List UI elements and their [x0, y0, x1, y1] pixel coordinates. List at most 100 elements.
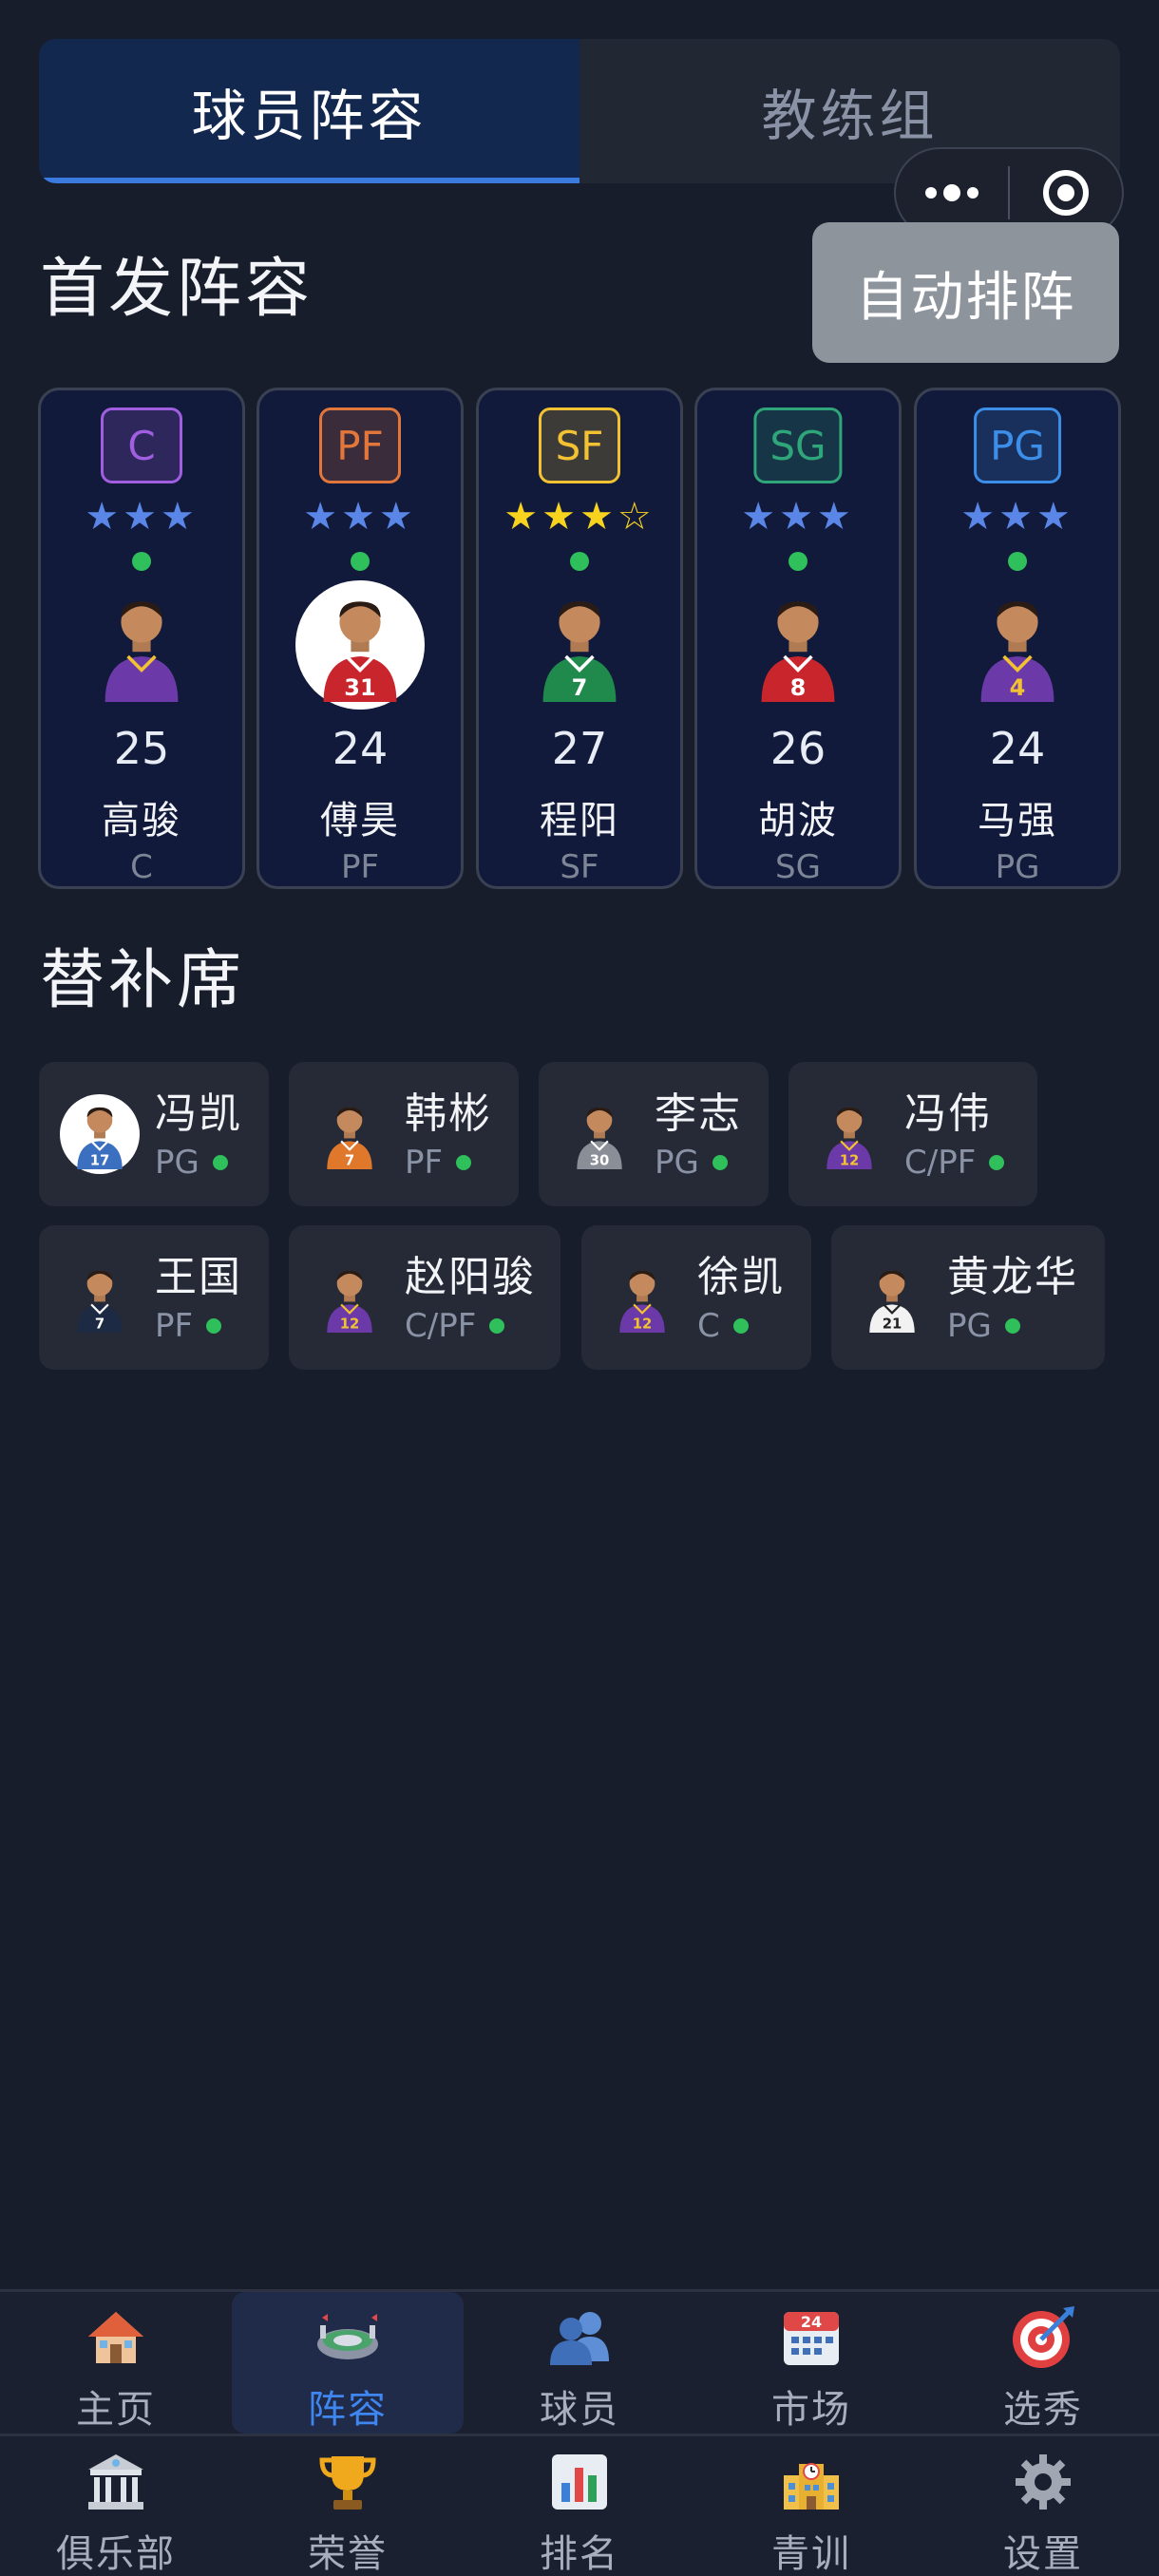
player-avatar: 12 — [809, 1094, 889, 1174]
starter-card[interactable]: SG ★★★ 8 26 胡波 SG — [694, 388, 902, 889]
svg-text:12: 12 — [840, 1153, 860, 1169]
player-position: PF — [405, 1144, 472, 1182]
starter-card[interactable]: C ★★★ 25 高骏 C — [38, 388, 245, 889]
bottom-nav-primary: 主页 阵容 球员 24 市场 选秀 — [0, 2289, 1159, 2434]
player-name: 冯凯 — [155, 1089, 242, 1138]
svg-text:12: 12 — [633, 1316, 653, 1333]
nav-players[interactable]: 球员 — [464, 2292, 695, 2434]
nav-ranking[interactable]: 排名 — [464, 2436, 695, 2576]
calendar-icon: 24 — [777, 2303, 846, 2371]
bench-player-card[interactable]: 12 赵阳骏 C/PF — [289, 1225, 560, 1370]
player-avatar: 17 — [60, 1094, 140, 1174]
status-dot — [989, 1155, 1005, 1170]
player-avatar: 7 — [515, 580, 644, 710]
status-dot — [570, 552, 589, 571]
player-position: C/PF — [904, 1144, 1005, 1182]
nav-label: 排名 — [540, 2532, 619, 2576]
nav-honors[interactable]: 荣誉 — [232, 2436, 464, 2576]
nav-label: 青训 — [771, 2532, 851, 2576]
status-dot — [1008, 552, 1027, 571]
bench-player-card[interactable]: 30 李志 PG — [539, 1062, 769, 1206]
stadium-icon — [314, 2303, 382, 2371]
tab-players[interactable]: 球员阵容 — [39, 39, 580, 183]
player-age: 25 — [113, 723, 170, 774]
bench-player-card[interactable]: 12 徐凯 C — [581, 1225, 811, 1370]
status-dot — [456, 1155, 472, 1170]
player-avatar: 4 — [953, 580, 1082, 710]
status-dot — [132, 552, 151, 571]
player-avatar: 21 — [852, 1258, 932, 1337]
status-dot — [212, 1155, 228, 1170]
starter-card[interactable]: SF ★★★☆ 7 27 程阳 SF — [476, 388, 683, 889]
player-position: PG — [655, 1144, 728, 1182]
nav-lineup[interactable]: 阵容 — [232, 2292, 464, 2434]
player-name: 黄龙华 — [947, 1253, 1078, 1301]
player-name: 赵阳骏 — [405, 1253, 536, 1301]
nav-market[interactable]: 24 市场 — [695, 2292, 927, 2434]
nav-label: 选秀 — [1003, 2388, 1083, 2432]
player-position: PF — [155, 1307, 222, 1345]
status-dot — [206, 1318, 222, 1334]
nav-settings[interactable]: 设置 — [927, 2436, 1159, 2576]
status-dot — [1004, 1318, 1020, 1334]
player-name: 高骏 — [102, 799, 181, 843]
nav-label: 阵容 — [308, 2388, 388, 2432]
more-dots-icon — [925, 184, 978, 201]
nav-draft[interactable]: 选秀 — [927, 2292, 1159, 2434]
player-position: C — [130, 848, 153, 886]
status-dot — [732, 1318, 749, 1334]
svg-text:7: 7 — [345, 1153, 354, 1169]
target-icon — [1009, 2303, 1077, 2371]
users-icon — [545, 2303, 614, 2371]
player-position: SG — [775, 848, 821, 886]
player-avatar: 7 — [310, 1094, 390, 1174]
player-name: 徐凯 — [697, 1253, 785, 1301]
auto-lineup-button[interactable]: 自动排阵 — [812, 222, 1119, 363]
record-target-icon — [1043, 170, 1089, 216]
calendar-day: 24 — [801, 2313, 822, 2331]
school-icon — [777, 2448, 846, 2515]
player-avatar: 7 — [60, 1258, 140, 1337]
rating-stars: ★★★ — [85, 495, 199, 539]
player-avatar: 31 — [295, 580, 425, 710]
player-position: PG — [995, 848, 1040, 886]
status-dot — [489, 1318, 505, 1334]
position-badge: SF — [539, 407, 620, 483]
player-position: PG — [947, 1307, 1020, 1345]
bench-player-card[interactable]: 7 韩彬 PF — [289, 1062, 519, 1206]
nav-label: 主页 — [76, 2388, 156, 2432]
player-name: 李志 — [655, 1089, 742, 1138]
rating-stars: ★★★ — [960, 495, 1074, 539]
player-position: C/PF — [405, 1307, 505, 1345]
svg-text:8: 8 — [790, 674, 807, 701]
bench-player-card[interactable]: 17 冯凯 PG — [39, 1062, 269, 1206]
nav-label: 荣誉 — [308, 2532, 388, 2576]
player-position: PG — [155, 1144, 228, 1182]
svg-text:4: 4 — [1010, 674, 1026, 701]
bench-player-card[interactable]: 7 王国 PF — [39, 1225, 269, 1370]
starter-card[interactable]: PG ★★★ 4 24 马强 PG — [914, 388, 1121, 889]
bench-player-card[interactable]: 12 冯伟 C/PF — [788, 1062, 1037, 1206]
nav-youth[interactable]: 青训 — [695, 2436, 927, 2576]
player-position: PF — [340, 848, 380, 886]
nav-label: 设置 — [1003, 2532, 1083, 2576]
player-name: 马强 — [978, 799, 1057, 843]
nav-label: 市场 — [771, 2388, 851, 2432]
building-icon — [82, 2448, 150, 2515]
bench-player-card[interactable]: 21 黄龙华 PG — [831, 1225, 1105, 1370]
svg-text:30: 30 — [590, 1153, 610, 1169]
starter-card[interactable]: PF ★★★ 31 24 傅昊 PF — [256, 388, 464, 889]
starters-title: 首发阵容 — [40, 252, 314, 327]
player-avatar — [77, 580, 206, 710]
player-name: 王国 — [155, 1253, 242, 1301]
rating-stars: ★★★ — [303, 495, 417, 539]
player-age: 27 — [551, 723, 608, 774]
nav-club[interactable]: 俱乐部 — [0, 2436, 232, 2576]
status-dot — [712, 1155, 728, 1170]
nav-home[interactable]: 主页 — [0, 2292, 232, 2434]
player-age: 26 — [770, 723, 826, 774]
player-name: 韩彬 — [405, 1089, 492, 1138]
status-dot — [351, 552, 370, 571]
player-avatar: 12 — [602, 1258, 682, 1337]
nav-label: 球员 — [540, 2388, 619, 2432]
